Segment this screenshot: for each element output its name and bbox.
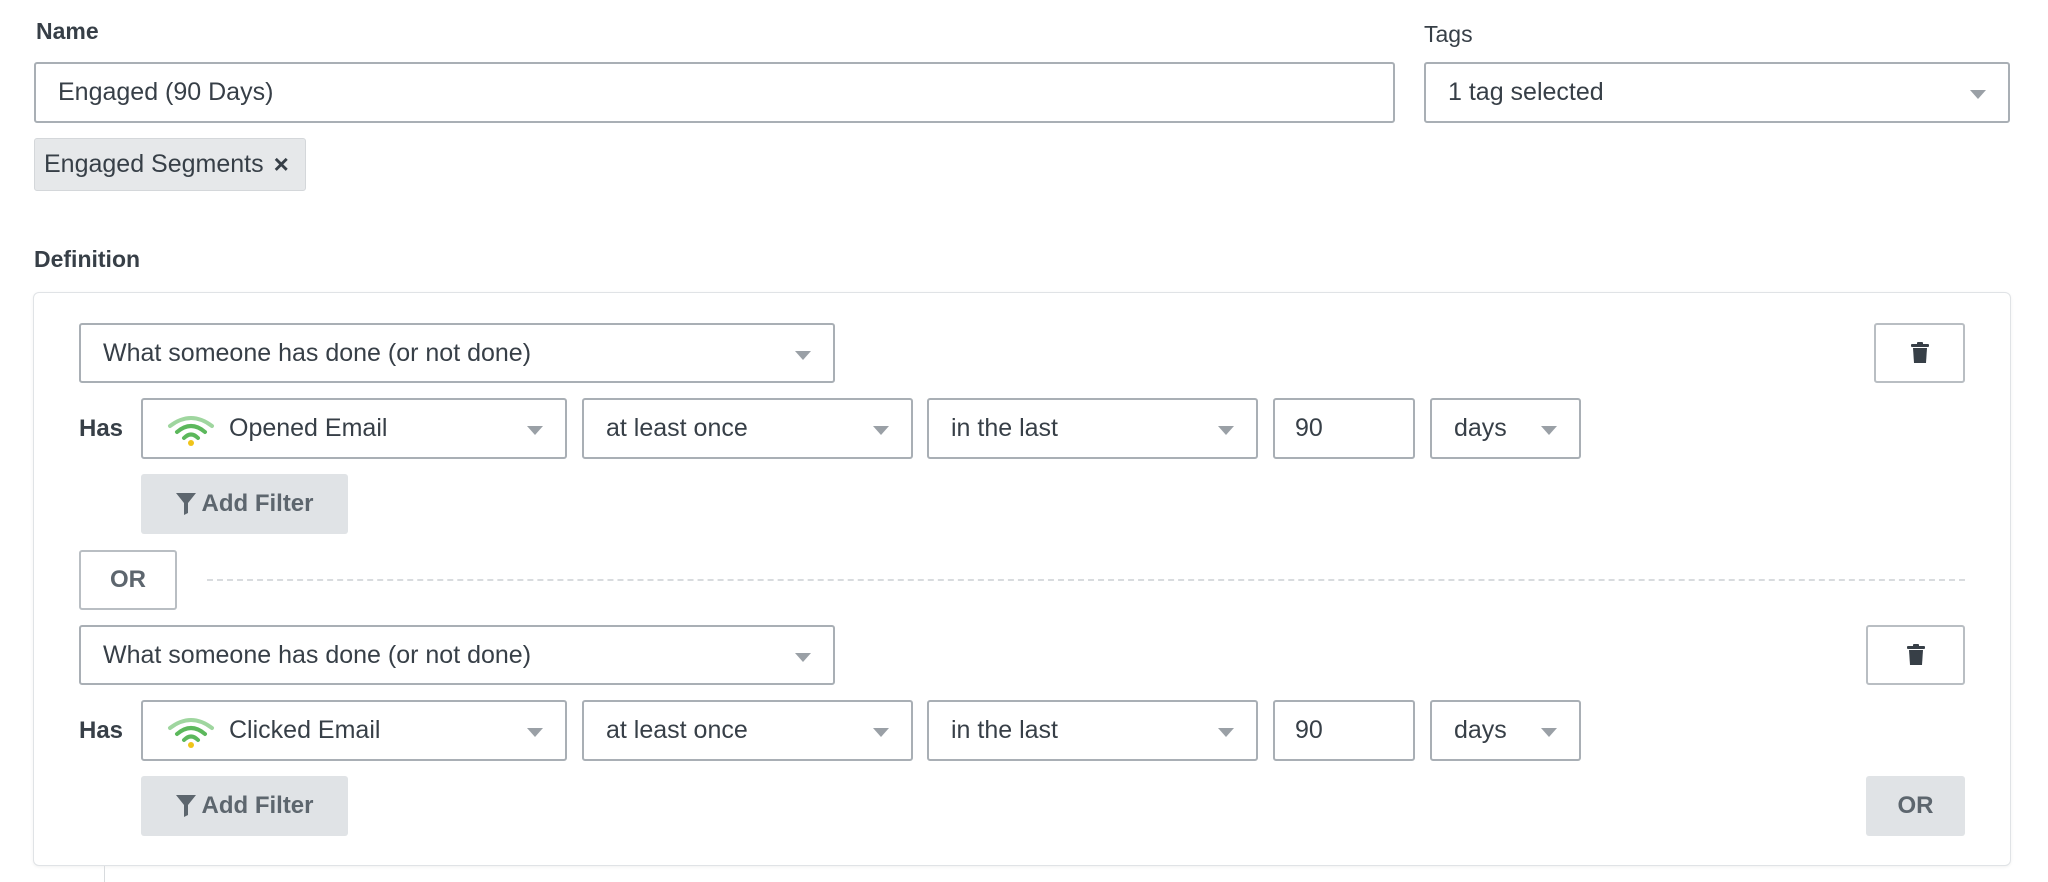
chevron-down-icon (1541, 728, 1557, 737)
has-label: Has (79, 415, 124, 442)
condition-type-select[interactable]: What someone has done (or not done) (79, 323, 835, 383)
chevron-down-icon (1218, 426, 1234, 435)
name-label: Name (36, 18, 99, 44)
has-label: Has (79, 717, 124, 744)
tags-label: Tags (1424, 21, 1473, 47)
chevron-down-icon (1218, 728, 1234, 737)
chevron-down-icon (1970, 90, 1986, 99)
or-separator-button[interactable]: OR (79, 550, 177, 610)
amount-input[interactable]: 90 (1273, 700, 1415, 761)
add-or-label: OR (1897, 792, 1934, 819)
add-filter-label: Add Filter (201, 792, 314, 819)
metric-value: Clicked Email (229, 716, 381, 744)
delete-condition-button[interactable] (1866, 625, 1965, 685)
chevron-down-icon (527, 426, 543, 435)
tags-select-value: 1 tag selected (1448, 78, 1604, 106)
amount-value: 90 (1295, 414, 1323, 442)
definition-label: Definition (34, 246, 141, 272)
guide-line (104, 866, 105, 882)
tags-select[interactable]: 1 tag selected (1424, 62, 2010, 123)
chevron-down-icon (1541, 426, 1557, 435)
metric-select[interactable]: Opened Email (141, 398, 567, 459)
close-icon[interactable]: × (274, 149, 289, 180)
condition-type-select[interactable]: What someone has done (or not done) (79, 625, 835, 685)
amount-input[interactable]: 90 (1273, 398, 1415, 459)
trash-icon (1910, 342, 1929, 363)
condition-type-value: What someone has done (or not done) (103, 338, 532, 367)
unit-select[interactable]: days (1430, 700, 1581, 761)
klaviyo-metric-icon (168, 415, 214, 446)
chevron-down-icon (527, 728, 543, 737)
or-separator-label: OR (110, 566, 146, 593)
frequency-select[interactable]: at least once (582, 398, 913, 459)
metric-select[interactable]: Clicked Email (141, 700, 567, 761)
metric-value: Opened Email (229, 414, 388, 442)
chevron-down-icon (873, 728, 889, 737)
funnel-icon (175, 795, 196, 817)
timeframe-select[interactable]: in the last (927, 398, 1258, 459)
frequency-value: at least once (606, 414, 748, 442)
trash-icon (1906, 644, 1925, 665)
condition-type-value: What someone has done (or not done) (103, 640, 532, 669)
timeframe-select[interactable]: in the last (927, 700, 1258, 761)
klaviyo-metric-icon (168, 717, 214, 748)
frequency-value: at least once (606, 716, 748, 744)
name-input[interactable]: Engaged (90 Days) (34, 62, 1395, 123)
chevron-down-icon (795, 351, 811, 360)
unit-select[interactable]: days (1430, 398, 1581, 459)
unit-value: days (1454, 716, 1507, 744)
amount-value: 90 (1295, 716, 1323, 744)
chevron-down-icon (795, 653, 811, 662)
delete-condition-button[interactable] (1874, 323, 1965, 383)
add-filter-button[interactable]: Add Filter (141, 474, 348, 534)
add-filter-label: Add Filter (201, 490, 314, 517)
tag-chip-engaged-segments: Engaged Segments × (34, 138, 306, 191)
chevron-down-icon (873, 426, 889, 435)
frequency-select[interactable]: at least once (582, 700, 913, 761)
funnel-icon (175, 493, 196, 515)
tag-chip-label: Engaged Segments (44, 150, 264, 178)
add-filter-button[interactable]: Add Filter (141, 776, 348, 836)
name-input-value: Engaged (90 Days) (58, 78, 274, 106)
timeframe-value: in the last (951, 716, 1059, 744)
add-or-condition-button[interactable]: OR (1866, 776, 1965, 836)
or-divider (207, 579, 1965, 581)
unit-value: days (1454, 414, 1507, 442)
timeframe-value: in the last (951, 414, 1059, 442)
